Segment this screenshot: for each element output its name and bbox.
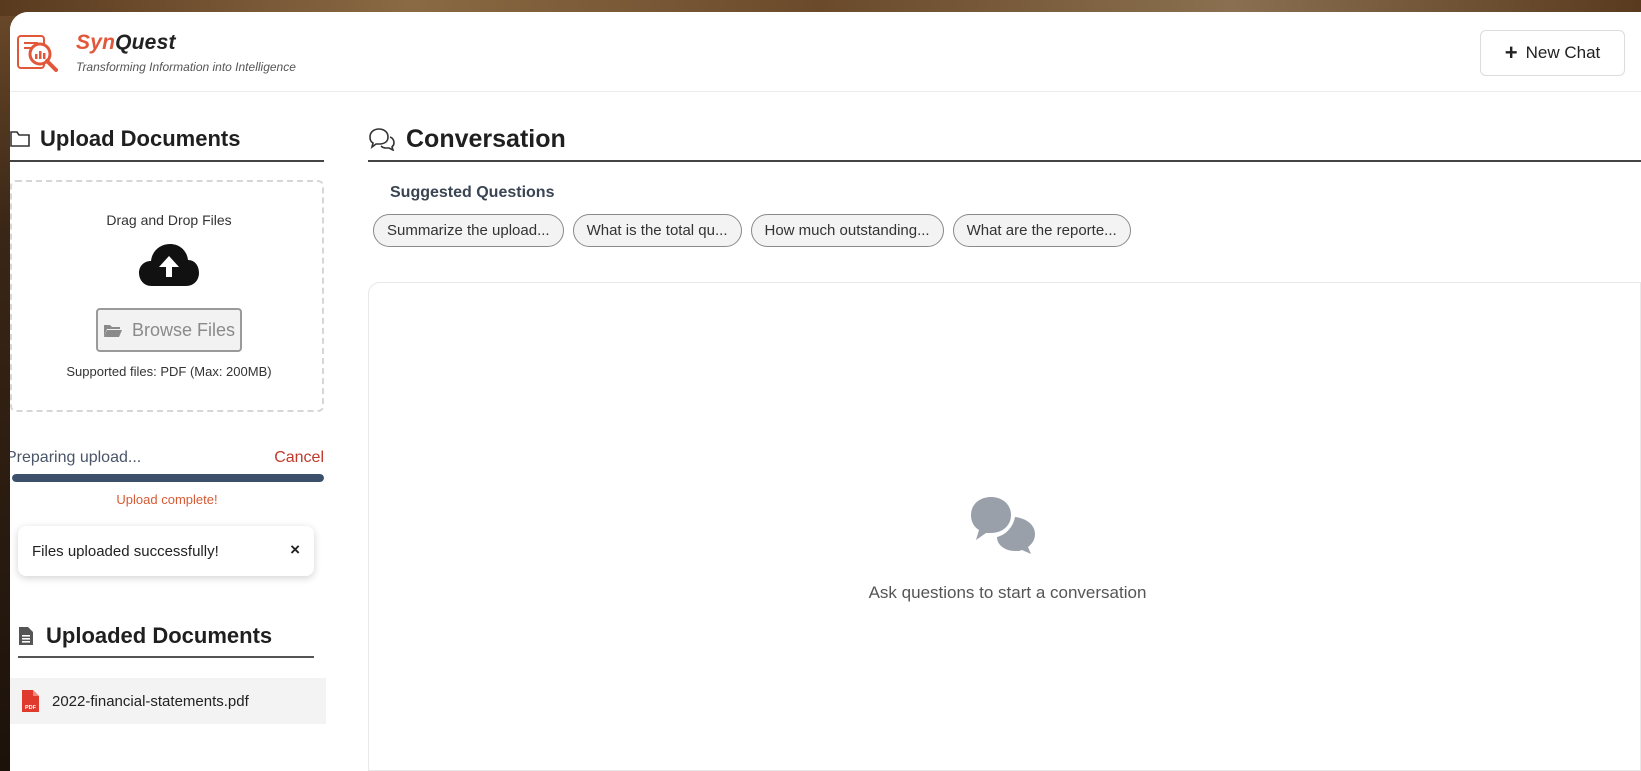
sidebar: Upload Documents Drag and Drop Files Bro…: [10, 92, 340, 771]
chat-bubbles-icon: [971, 497, 1035, 554]
chat-area: Ask questions to start a conversation: [368, 282, 1641, 771]
brand: SynQuest Transforming Information into I…: [76, 31, 296, 74]
plus-icon: +: [1504, 40, 1518, 65]
suggestion-chip[interactable]: What are the reporte...: [952, 214, 1131, 247]
empty-chat-text: Ask questions to start a conversation: [868, 583, 1147, 602]
supported-files-text: Supported files: PDF (Max: 200MB): [66, 364, 272, 379]
upload-progress-bar: [12, 474, 324, 482]
brand-name: SynQuest: [76, 31, 296, 55]
suggested-questions: Summarize the upload... What is the tota…: [373, 214, 1131, 247]
file-dropzone[interactable]: Drag and Drop Files Browse Files Support…: [10, 180, 324, 412]
browse-files-button[interactable]: Browse Files: [96, 308, 242, 352]
suggestion-chip[interactable]: What is the total qu...: [572, 214, 742, 247]
file-icon: [19, 627, 33, 645]
new-chat-label: New Chat: [1525, 43, 1601, 62]
document-list-item[interactable]: PDF 2022-financial-statements.pdf: [10, 678, 326, 724]
header: SynQuest Transforming Information into I…: [10, 12, 1641, 92]
success-toast: Files uploaded successfully! ×: [18, 526, 314, 576]
brand-name-suffix: Quest: [115, 31, 176, 54]
folder-icon: [10, 131, 30, 147]
conversation-title: Conversation: [406, 124, 566, 153]
upload-documents-heading: Upload Documents: [10, 118, 324, 162]
logo-icon: [17, 35, 58, 72]
upload-complete-text: Upload complete!: [116, 492, 218, 507]
suggestion-chip[interactable]: How much outstanding...: [750, 214, 944, 247]
suggestion-chip[interactable]: Summarize the upload...: [373, 214, 564, 247]
uploaded-documents-title: Uploaded Documents: [46, 623, 273, 648]
cloud-upload-icon: [139, 244, 199, 286]
folder-open-icon: [103, 324, 122, 337]
main-panel: Conversation Suggested Questions Summari…: [368, 92, 1641, 771]
pdf-file-icon: PDF: [22, 690, 39, 712]
new-chat-button[interactable]: + New Chat: [1480, 30, 1625, 76]
upload-documents-title: Upload Documents: [40, 126, 241, 151]
brand-tagline: Transforming Information into Intelligen…: [76, 60, 296, 74]
drag-drop-text: Drag and Drop Files: [106, 212, 232, 228]
chat-bubbles-outline-icon: [369, 128, 395, 151]
upload-status-text: Preparing upload...: [10, 449, 142, 466]
browse-files-label: Browse Files: [131, 319, 236, 340]
suggested-questions-title: Suggested Questions: [390, 184, 555, 201]
conversation-heading: Conversation: [368, 118, 1641, 162]
brand-name-prefix: Syn: [76, 31, 116, 54]
uploaded-documents-heading: Uploaded Documents: [18, 616, 314, 658]
cancel-upload-link[interactable]: Cancel: [274, 449, 324, 467]
upload-progress-fill: [12, 474, 324, 482]
toast-message: Files uploaded successfully!: [32, 542, 219, 560]
close-icon[interactable]: ×: [290, 540, 300, 560]
document-name: 2022-financial-statements.pdf: [52, 692, 249, 710]
app-window: SynQuest Transforming Information into I…: [10, 12, 1641, 771]
svg-text:PDF: PDF: [25, 705, 37, 711]
